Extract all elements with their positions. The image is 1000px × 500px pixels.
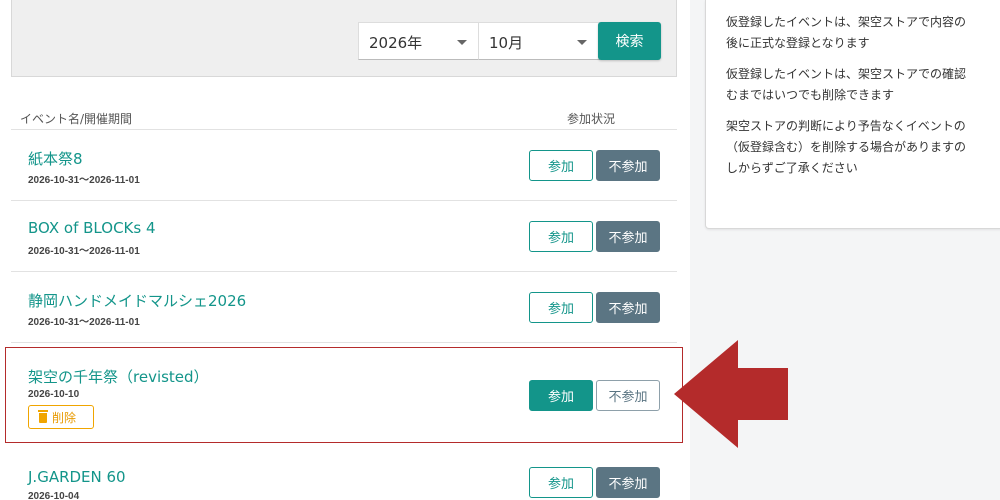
trash-icon — [38, 410, 48, 423]
notice-line: むまではいつでも削除できます — [726, 88, 895, 102]
event-name-link[interactable]: 架空の千年祭（revisted） — [28, 366, 209, 387]
event-row-highlighted: 架空の千年祭（revisted） 2026-10-10 削除 参加 不参加 — [5, 347, 683, 443]
event-name-link[interactable]: 紙本祭8 — [28, 148, 83, 169]
arrow-left-icon — [674, 340, 788, 448]
notice-line: しからずご了承ください — [726, 161, 858, 175]
search-button[interactable]: 検索 — [598, 22, 661, 60]
join-button[interactable]: 参加 — [529, 380, 593, 411]
notice-line: 後に正式な登録となります — [726, 36, 870, 50]
notice-item: 架空ストアの判断により予告なくイベントの （仮登録含む）を削除する場合がありますの… — [726, 116, 1000, 179]
join-button[interactable]: 参加 — [529, 467, 593, 498]
decline-button[interactable]: 不参加 — [596, 467, 660, 498]
event-date: 2026-10-31～2026-11-01 — [28, 317, 140, 328]
notice-item: 仮登録したイベントは、架空ストアで内容の後に正式な登録となります — [726, 12, 1000, 54]
search-panel: 2026年 10月 検索 — [11, 0, 677, 77]
delete-button[interactable]: 削除 — [28, 405, 94, 429]
event-date: 2026-10-31～2026-11-01 — [28, 246, 140, 257]
event-row: 静岡ハンドメイドマルシェ2026 2026-10-31～2026-11-01 参… — [11, 272, 677, 343]
event-row: J.GARDEN 60 2026-10-04 参加 不参加 — [11, 450, 677, 500]
column-header-event-name: イベント名/開催期間 — [20, 112, 133, 126]
year-select[interactable]: 2026年 — [358, 22, 480, 60]
chevron-down-icon — [577, 40, 587, 45]
delete-label: 削除 — [52, 411, 77, 425]
year-select-value: 2026年 — [369, 34, 423, 52]
decline-button[interactable]: 不参加 — [596, 150, 660, 181]
notice-line: 仮登録したイベントは、架空ストアで内容の — [726, 15, 967, 29]
month-select[interactable]: 10月 — [478, 22, 600, 60]
decline-button[interactable]: 不参加 — [596, 292, 660, 323]
notice-panel: 仮登録したイベントは、架空ストアで内容の後に正式な登録となります 仮登録したイベ… — [705, 0, 1000, 229]
month-select-value: 10月 — [489, 34, 524, 52]
notice-item: 仮登録したイベントは、架空ストアでの確認むまではいつでも削除できます — [726, 64, 1000, 106]
join-button[interactable]: 参加 — [529, 292, 593, 323]
join-button[interactable]: 参加 — [529, 150, 593, 181]
event-row: 紙本祭8 2026-10-31～2026-11-01 参加 不参加 — [11, 130, 677, 201]
event-name-link[interactable]: J.GARDEN 60 — [28, 468, 126, 486]
notice-line: 仮登録したイベントは、架空ストアでの確認 — [726, 67, 967, 81]
notice-line: （仮登録含む）を削除する場合がありますの — [726, 140, 967, 154]
chevron-down-icon — [457, 40, 467, 45]
decline-button[interactable]: 不参加 — [596, 221, 660, 252]
event-row: BOX of BLOCKs 4 2026-10-31～2026-11-01 参加… — [11, 201, 677, 272]
decline-button[interactable]: 不参加 — [596, 380, 660, 411]
notice-line: 架空ストアの判断により予告なくイベントの — [726, 119, 966, 133]
event-date: 2026-10-31～2026-11-01 — [28, 175, 140, 186]
column-header-status: 参加状況 — [567, 112, 616, 126]
list-header: イベント名/開催期間 参加状況 — [11, 108, 677, 130]
event-date: 2026-10-04 — [28, 491, 80, 500]
event-name-link[interactable]: 静岡ハンドメイドマルシェ2026 — [28, 290, 246, 311]
join-button[interactable]: 参加 — [529, 221, 593, 252]
event-date: 2026-10-10 — [28, 389, 80, 400]
event-name-link[interactable]: BOX of BLOCKs 4 — [28, 219, 156, 237]
event-list-pane: 2026年 10月 検索 イベント名/開催期間 参加状況 紙本祭8 2026-1… — [0, 0, 690, 500]
